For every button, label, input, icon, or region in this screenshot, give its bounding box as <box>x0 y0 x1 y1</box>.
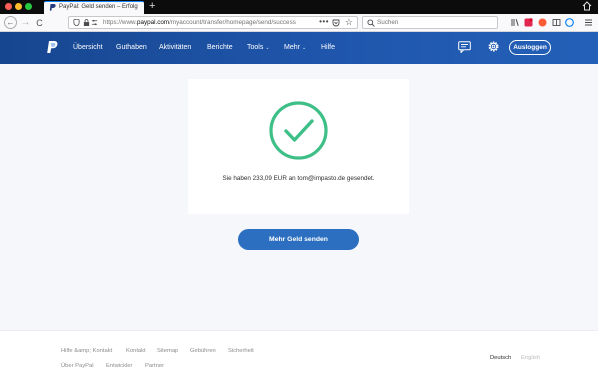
success-card: Sie haben 233,09 EUR an tom@impasto.de g… <box>188 79 409 214</box>
nav-mehr[interactable]: Mehr ⌄ <box>284 44 306 51</box>
browser-tab-strip: PayPal: Geld senden – Erfolg + <box>0 0 598 14</box>
success-check-icon <box>269 101 328 160</box>
gear-icon[interactable] <box>487 40 500 53</box>
page-actions-icon[interactable]: ••• <box>319 17 329 26</box>
footer-link-sitemap[interactable]: Sitemap <box>157 348 178 354</box>
footer-link-about[interactable]: Über PayPal <box>61 363 94 369</box>
success-message: Sie haben 233,09 EUR an tom@impasto.de g… <box>222 175 375 182</box>
browser-toolbar: ← → C https://www.paypal.com/myaccount/t… <box>0 14 598 32</box>
footer-link-fees[interactable]: Gebühren <box>190 348 216 354</box>
maximize-window-button[interactable] <box>25 3 32 10</box>
new-tab-button[interactable]: + <box>149 0 155 13</box>
footer-link-security[interactable]: Sicherheit <box>228 348 254 354</box>
forward-button[interactable]: → <box>19 16 32 29</box>
extension-globe-icon[interactable] <box>565 18 574 27</box>
footer: Hilfe &amp; Kontakt Kontakt Sitemap Gebü… <box>0 330 598 386</box>
reload-button[interactable]: C <box>33 16 46 29</box>
back-button[interactable]: ← <box>4 16 17 29</box>
library-icon[interactable] <box>511 18 520 27</box>
nav-uebersicht[interactable]: Übersicht <box>73 44 103 51</box>
url-text[interactable]: https://www.paypal.com/myaccount/transfe… <box>103 19 296 26</box>
paypal-header: Übersicht Guthaben Aktivitäten Berichte … <box>0 32 598 64</box>
menu-icon[interactable] <box>584 18 593 27</box>
minimize-window-button[interactable] <box>15 3 22 10</box>
send-more-money-button[interactable]: Mehr Geld senden <box>238 229 359 250</box>
footer-link-partners[interactable]: Partner <box>145 363 164 369</box>
language-english[interactable]: English <box>521 355 540 361</box>
nav-hilfe[interactable]: Hilfe <box>321 44 335 51</box>
chevron-down-icon: ⌄ <box>265 45 270 51</box>
browser-tab[interactable]: PayPal: Geld senden – Erfolg <box>44 1 144 14</box>
language-deutsch[interactable]: Deutsch <box>490 355 511 361</box>
chevron-down-icon: ⌄ <box>301 45 307 51</box>
home-icon[interactable] <box>582 1 592 11</box>
tab-title: PayPal: Geld senden – Erfolg <box>59 4 138 10</box>
lock-icon[interactable] <box>83 19 90 26</box>
search-placeholder: Suchen <box>377 19 399 26</box>
footer-link-contact[interactable]: Kontakt <box>126 348 146 354</box>
extension-red-icon[interactable] <box>538 18 547 27</box>
paypal-favicon-icon <box>49 4 56 11</box>
permissions-icon[interactable] <box>91 19 98 26</box>
nav-tools[interactable]: Tools ⌄ <box>247 44 270 51</box>
nav-berichte[interactable]: Berichte <box>207 44 233 51</box>
paypal-logo-icon[interactable] <box>46 41 58 55</box>
shield-icon[interactable] <box>73 19 80 26</box>
search-icon <box>367 19 375 27</box>
search-field[interactable]: Suchen <box>362 16 498 29</box>
message-center-icon[interactable] <box>458 41 471 53</box>
close-window-button[interactable] <box>5 3 12 10</box>
bookmark-star-icon[interactable]: ☆ <box>345 17 353 28</box>
logout-button[interactable]: Ausloggen <box>509 40 551 55</box>
footer-link-developers[interactable]: Entwickler <box>106 363 132 369</box>
footer-link-help-contact[interactable]: Hilfe &amp; Kontakt <box>61 348 112 354</box>
reader-icon[interactable] <box>552 18 561 27</box>
pocket-icon[interactable] <box>332 19 340 27</box>
url-bar[interactable]: https://www.paypal.com/myaccount/transfe… <box>68 16 358 29</box>
nav-guthaben[interactable]: Guthaben <box>116 44 147 51</box>
extension-badge-icon[interactable] <box>524 18 533 27</box>
nav-aktivitaeten[interactable]: Aktivitäten <box>159 44 191 51</box>
